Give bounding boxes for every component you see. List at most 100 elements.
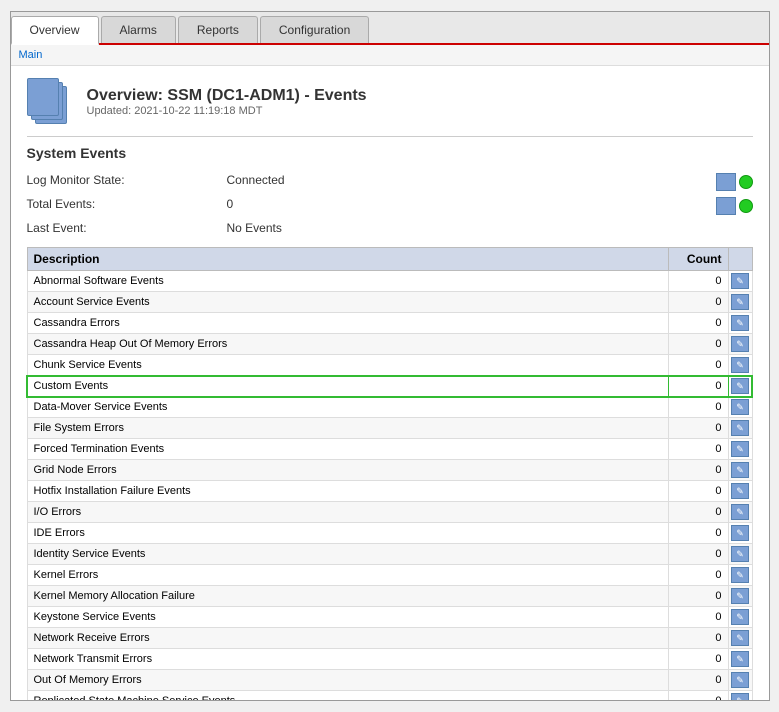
edit-icon[interactable]: ✎ <box>731 672 749 688</box>
table-row: Cassandra Heap Out Of Memory Errors0✎ <box>27 334 752 355</box>
total-events-icons <box>716 195 753 217</box>
tab-configuration[interactable]: Configuration <box>260 16 369 43</box>
edit-cell: ✎ <box>728 670 752 691</box>
event-description: Grid Node Errors <box>27 460 668 481</box>
event-description: Hotfix Installation Failure Events <box>27 481 668 502</box>
table-row: Identity Service Events0✎ <box>27 544 752 565</box>
edit-icon[interactable]: ✎ <box>731 693 749 700</box>
tab-overview[interactable]: Overview <box>11 16 99 45</box>
edit-icon[interactable]: ✎ <box>731 315 749 331</box>
total-events-icon-box <box>716 197 736 215</box>
tab-alarms[interactable]: Alarms <box>101 16 176 43</box>
event-count: 0 <box>668 334 728 355</box>
edit-icon[interactable]: ✎ <box>731 504 749 520</box>
log-monitor-label: Log Monitor State: <box>27 171 227 193</box>
edit-icon[interactable]: ✎ <box>731 651 749 667</box>
tab-bar: Overview Alarms Reports Configuration <box>11 12 769 45</box>
edit-cell: ✎ <box>728 691 752 701</box>
edit-cell: ✎ <box>728 376 752 397</box>
event-description: Data-Mover Service Events <box>27 397 668 418</box>
events-table: Description Count Abnormal Software Even… <box>27 247 753 700</box>
table-row: Forced Termination Events0✎ <box>27 439 752 460</box>
page-header: Overview: SSM (DC1-ADM1) - Events Update… <box>27 78 753 137</box>
edit-icon[interactable]: ✎ <box>731 462 749 478</box>
total-events-value: 0 <box>227 195 716 217</box>
page-title: Overview: SSM (DC1-ADM1) - Events <box>87 87 367 105</box>
col-edit <box>728 248 752 271</box>
edit-cell: ✎ <box>728 355 752 376</box>
content-area: Overview: SSM (DC1-ADM1) - Events Update… <box>11 66 769 700</box>
edit-cell: ✎ <box>728 292 752 313</box>
event-description: Cassandra Heap Out Of Memory Errors <box>27 334 668 355</box>
edit-cell: ✎ <box>728 460 752 481</box>
table-row: I/O Errors0✎ <box>27 502 752 523</box>
event-count: 0 <box>668 313 728 334</box>
event-count: 0 <box>668 628 728 649</box>
col-count: Count <box>668 248 728 271</box>
edit-icon[interactable]: ✎ <box>731 483 749 499</box>
event-description: File System Errors <box>27 418 668 439</box>
edit-icon[interactable]: ✎ <box>731 273 749 289</box>
section-title: System Events <box>27 145 753 161</box>
event-count: 0 <box>668 397 728 418</box>
edit-icon[interactable]: ✎ <box>731 609 749 625</box>
event-count: 0 <box>668 376 728 397</box>
breadcrumb-link[interactable]: Main <box>19 49 43 61</box>
table-header-row: Description Count <box>27 248 752 271</box>
main-window: Overview Alarms Reports Configuration Ma… <box>10 11 770 701</box>
tab-reports[interactable]: Reports <box>178 16 258 43</box>
log-monitor-value: Connected <box>227 171 716 193</box>
table-row: Network Receive Errors0✎ <box>27 628 752 649</box>
header-text: Overview: SSM (DC1-ADM1) - Events Update… <box>87 87 367 117</box>
last-event-icons-placeholder <box>716 219 753 237</box>
table-row: Grid Node Errors0✎ <box>27 460 752 481</box>
event-description: Forced Termination Events <box>27 439 668 460</box>
event-count: 0 <box>668 607 728 628</box>
event-count: 0 <box>668 649 728 670</box>
event-count: 0 <box>668 439 728 460</box>
edit-icon[interactable]: ✎ <box>731 378 749 394</box>
table-row: File System Errors0✎ <box>27 418 752 439</box>
log-monitor-icons <box>716 171 753 193</box>
edit-icon[interactable]: ✎ <box>731 567 749 583</box>
edit-cell: ✎ <box>728 502 752 523</box>
edit-icon[interactable]: ✎ <box>731 399 749 415</box>
table-row: Keystone Service Events0✎ <box>27 607 752 628</box>
event-count: 0 <box>668 292 728 313</box>
table-row: Custom Events0✎ <box>27 376 752 397</box>
event-description: Chunk Service Events <box>27 355 668 376</box>
event-description: Kernel Errors <box>27 565 668 586</box>
edit-icon[interactable]: ✎ <box>731 525 749 541</box>
event-description: Cassandra Errors <box>27 313 668 334</box>
event-count: 0 <box>668 460 728 481</box>
table-row: IDE Errors0✎ <box>27 523 752 544</box>
event-count: 0 <box>668 523 728 544</box>
edit-cell: ✎ <box>728 607 752 628</box>
edit-icon[interactable]: ✎ <box>731 336 749 352</box>
edit-icon[interactable]: ✎ <box>731 630 749 646</box>
total-events-status-indicator <box>739 199 753 213</box>
table-row: Network Transmit Errors0✎ <box>27 649 752 670</box>
event-count: 0 <box>668 670 728 691</box>
edit-icon[interactable]: ✎ <box>731 441 749 457</box>
event-count: 0 <box>668 271 728 292</box>
log-monitor-status-indicator <box>739 175 753 189</box>
edit-icon[interactable]: ✎ <box>731 294 749 310</box>
event-description: Network Receive Errors <box>27 628 668 649</box>
event-description: Kernel Memory Allocation Failure <box>27 586 668 607</box>
edit-icon[interactable]: ✎ <box>731 420 749 436</box>
edit-icon[interactable]: ✎ <box>731 588 749 604</box>
edit-icon[interactable]: ✎ <box>731 357 749 373</box>
event-count: 0 <box>668 481 728 502</box>
edit-icon[interactable]: ✎ <box>731 546 749 562</box>
table-row: Kernel Memory Allocation Failure0✎ <box>27 586 752 607</box>
total-events-label: Total Events: <box>27 195 227 217</box>
event-description: Out Of Memory Errors <box>27 670 668 691</box>
event-description: I/O Errors <box>27 502 668 523</box>
event-description: IDE Errors <box>27 523 668 544</box>
event-description: Replicated State Machine Service Events <box>27 691 668 701</box>
event-description: Network Transmit Errors <box>27 649 668 670</box>
event-count: 0 <box>668 586 728 607</box>
event-description: Keystone Service Events <box>27 607 668 628</box>
ssm-icon <box>27 78 75 126</box>
